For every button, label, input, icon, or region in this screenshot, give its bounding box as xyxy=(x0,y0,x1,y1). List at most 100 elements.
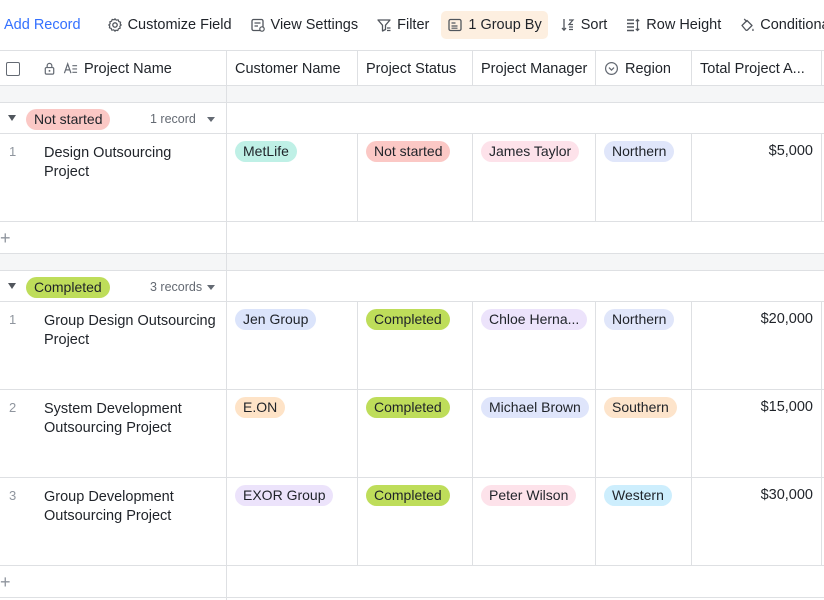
amount-cell[interactable]: $15,000 xyxy=(692,390,822,477)
header-customer-name[interactable]: Customer Name xyxy=(227,51,358,86)
amount-value: $5,000 xyxy=(768,143,813,159)
manager-cell[interactable]: Peter Wilson xyxy=(473,478,596,565)
amount-cell[interactable]: $20,000 xyxy=(692,302,822,389)
status-cell[interactable]: Completed xyxy=(358,478,473,565)
filter-label: Filter xyxy=(397,17,430,33)
amount-cell[interactable]: $5,000 xyxy=(692,134,822,221)
header-customer-name-label: Customer Name xyxy=(235,60,341,77)
header-project-status-label: Project Status xyxy=(366,60,457,77)
add-record-button[interactable]: Add Record xyxy=(0,17,81,33)
customer-cell[interactable]: E.ON xyxy=(227,390,358,477)
row-number: 1 xyxy=(9,144,17,159)
plus-icon[interactable]: + xyxy=(0,573,11,591)
group-record-count: 3 records xyxy=(150,280,203,294)
frozen-column-divider xyxy=(226,50,227,600)
group-header-completed[interactable]: Completed 3 records xyxy=(0,270,824,302)
group-header-not-started[interactable]: Not started 1 record xyxy=(0,102,824,134)
customer-tag: Jen Group xyxy=(235,309,317,330)
header-project-name[interactable]: Project Name xyxy=(36,51,227,86)
amount-cell[interactable]: $30,000 xyxy=(692,478,822,565)
header-region-label: Region xyxy=(625,60,671,77)
group-record-count: 1 record xyxy=(150,112,196,126)
region-tag: Northern xyxy=(604,309,675,330)
status-tag: Completed xyxy=(366,397,450,418)
manager-cell[interactable]: Michael Brown xyxy=(473,390,596,477)
manager-cell[interactable]: Chloe Herna... xyxy=(473,302,596,389)
project-name: Group Design Outsourcing Project xyxy=(44,313,216,348)
customer-cell[interactable]: Jen Group xyxy=(227,302,358,389)
manager-tag: Peter Wilson xyxy=(481,485,577,506)
region-cell[interactable]: Northern xyxy=(596,134,692,221)
region-cell[interactable]: Western xyxy=(596,478,692,565)
collapse-caret-icon[interactable] xyxy=(8,115,16,121)
project-name-cell[interactable]: 1 Design Outsourcing Project xyxy=(0,134,227,221)
project-name: Design Outsourcing Project xyxy=(44,145,172,180)
conditional-coloring-button[interactable]: Conditional C xyxy=(733,11,824,39)
plus-icon[interactable]: + xyxy=(0,229,11,247)
group-by-button[interactable]: 1 Group By xyxy=(441,11,548,39)
status-cell[interactable]: Completed xyxy=(358,302,473,389)
header-project-manager-label: Project Manager xyxy=(481,60,588,77)
header-project-manager[interactable]: Project Manager xyxy=(473,51,596,86)
group-gap xyxy=(0,86,824,102)
table-row[interactable]: 2 System Development Outsourcing Project… xyxy=(0,390,824,478)
view-settings-label: View Settings xyxy=(270,17,359,33)
status-cell[interactable]: Completed xyxy=(358,390,473,477)
region-tag: Western xyxy=(604,485,672,506)
chevron-down-icon[interactable] xyxy=(207,285,215,290)
group-label-pill: Not started xyxy=(26,109,111,130)
header-total-project-amount[interactable]: Total Project A... xyxy=(692,51,822,86)
header-project-status[interactable]: Project Status xyxy=(358,51,473,86)
customer-cell[interactable]: MetLife xyxy=(227,134,358,221)
table-row[interactable]: 1 Group Design Outsourcing Project Jen G… xyxy=(0,302,824,390)
row-height-icon xyxy=(627,18,640,32)
filter-button[interactable]: Filter xyxy=(370,11,435,39)
status-cell[interactable]: Not started xyxy=(358,134,473,221)
header-project-name-label: Project Name xyxy=(84,60,172,77)
region-cell[interactable]: Southern xyxy=(596,390,692,477)
table-row[interactable]: 1 Design Outsourcing Project MetLife Not… xyxy=(0,134,824,222)
row-number: 1 xyxy=(9,312,17,327)
amount-value: $20,000 xyxy=(760,311,813,327)
row-number: 3 xyxy=(9,488,17,503)
amount-value: $30,000 xyxy=(760,487,813,503)
table-row[interactable]: 3 Group Development Outsourcing Project … xyxy=(0,478,824,566)
collapse-caret-icon[interactable] xyxy=(8,283,16,289)
group-icon xyxy=(448,18,463,32)
select-all-checkbox[interactable] xyxy=(6,61,20,76)
sort-label: Sort xyxy=(580,17,608,33)
customize-field-button[interactable]: Customize Field xyxy=(101,11,238,39)
chevron-down-icon[interactable] xyxy=(207,117,215,122)
add-record-row[interactable]: + xyxy=(0,566,824,598)
status-tag: Completed xyxy=(366,485,450,506)
sort-button[interactable]: Sort xyxy=(554,11,614,39)
group-gap xyxy=(0,254,824,270)
row-height-label: Row Height xyxy=(646,17,722,33)
group-label-pill: Completed xyxy=(26,277,110,298)
project-name: Group Development Outsourcing Project xyxy=(44,489,174,524)
amount-value: $15,000 xyxy=(760,399,813,415)
region-tag: Northern xyxy=(604,141,675,162)
customer-cell[interactable]: EXOR Group xyxy=(227,478,358,565)
header-total-project-amount-label: Total Project A... xyxy=(700,60,805,77)
paint-bucket-icon xyxy=(741,18,754,31)
row-height-button[interactable]: Row Height xyxy=(619,11,727,39)
header-region[interactable]: Region xyxy=(596,51,692,86)
view-settings-button[interactable]: View Settings xyxy=(244,11,365,39)
gear-icon xyxy=(107,18,122,32)
conditional-coloring-label: Conditional C xyxy=(760,17,824,33)
manager-cell[interactable]: James Taylor xyxy=(473,134,596,221)
project-name-cell[interactable]: 1 Group Design Outsourcing Project xyxy=(0,302,227,389)
customize-field-label: Customize Field xyxy=(127,17,232,33)
single-select-icon xyxy=(604,61,619,76)
group-by-label: 1 Group By xyxy=(468,17,542,33)
filter-icon xyxy=(377,19,391,32)
status-tag: Completed xyxy=(366,309,450,330)
status-tag: Not started xyxy=(366,141,451,162)
text-field-icon xyxy=(63,61,78,74)
project-name-cell[interactable]: 3 Group Development Outsourcing Project xyxy=(0,478,227,565)
region-cell[interactable]: Northern xyxy=(596,302,692,389)
sort-icon xyxy=(561,19,575,32)
add-record-row[interactable]: + xyxy=(0,222,824,254)
project-name-cell[interactable]: 2 System Development Outsourcing Project xyxy=(0,390,227,477)
